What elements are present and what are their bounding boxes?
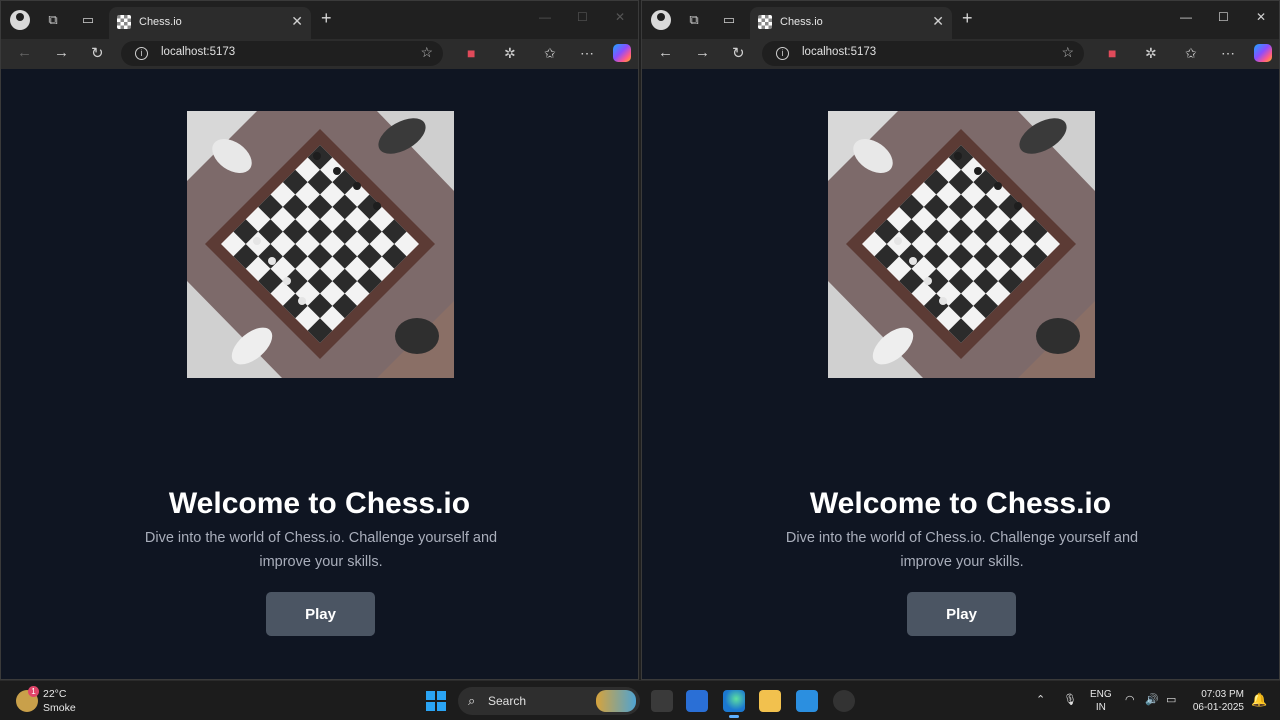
url-field[interactable]: i localhost:5173 ☆ <box>121 41 443 66</box>
taskbar-search[interactable]: ⌕ Search <box>458 687 640 715</box>
url-text: localhost:5173 <box>161 46 236 58</box>
file-explorer-icon[interactable] <box>759 690 781 712</box>
clock[interactable]: 07:03 PM 06-01-2025 <box>1192 688 1244 714</box>
address-bar: ← → ↻ i localhost:5173 ☆ ■ ✲ ✩ ⋯ <box>642 39 1279 69</box>
search-label: Search <box>488 694 527 708</box>
tab-chess[interactable]: Chess.io ✕ <box>109 7 311 39</box>
edge-icon[interactable] <box>723 690 745 718</box>
weather-temp[interactable]: 22°C <box>43 688 66 700</box>
chess-board-image <box>828 111 1095 378</box>
tab-title: Chess.io <box>780 16 823 28</box>
desktop: ⧉ ▭ Chess.io ✕ + — ☐ ✕ ← → ↻ i localhost… <box>0 0 1280 720</box>
weather-badge: 1 <box>28 686 39 697</box>
clock-date: 06-01-2025 <box>1192 702 1244 713</box>
refresh-icon[interactable]: ↻ <box>732 44 745 62</box>
tab-bar: ⧉ ▭ Chess.io ✕ + — ☐ ✕ <box>642 1 1279 39</box>
language-indicator[interactable]: ENG IN <box>1090 688 1112 714</box>
notification-bell-icon[interactable]: 🔔 <box>1251 692 1267 708</box>
maximize-button[interactable]: ☐ <box>577 10 588 24</box>
tab-bar: ⧉ ▭ Chess.io ✕ + — ☐ ✕ <box>1 1 638 39</box>
search-highlight-icon <box>596 690 636 712</box>
show-hidden-icons[interactable]: ⌃ <box>1036 693 1045 706</box>
site-info-icon[interactable]: i <box>776 47 789 60</box>
welcome-description: Dive into the world of Chess.io. Challen… <box>785 530 1139 570</box>
play-button[interactable]: Play <box>907 592 1016 636</box>
workspaces-icon[interactable]: ⧉ <box>684 10 704 30</box>
vscode-icon[interactable] <box>796 690 818 712</box>
welcome-description: Dive into the world of Chess.io. Challen… <box>144 530 498 570</box>
lang-region: IN <box>1095 702 1106 713</box>
battery-icon[interactable]: ▭ <box>1166 693 1176 706</box>
page-content: Welcome to Chess.io Dive into the world … <box>642 69 1279 679</box>
site-info-icon[interactable]: i <box>135 47 148 60</box>
more-menu-icon[interactable]: ⋯ <box>580 45 594 62</box>
address-bar: ← → ↻ i localhost:5173 ☆ ■ ✲ ✩ ⋯ <box>1 39 638 69</box>
extensions-puzzle-icon[interactable]: ✲ <box>504 45 516 62</box>
tab-actions-icon[interactable]: ▭ <box>78 10 98 30</box>
start-button[interactable] <box>426 691 446 711</box>
browser-window-left: ⧉ ▭ Chess.io ✕ + — ☐ ✕ ← → ↻ i localhost… <box>0 0 639 680</box>
task-view-icon[interactable] <box>651 690 673 712</box>
wifi-icon[interactable]: ◠ <box>1125 693 1135 706</box>
more-menu-icon[interactable]: ⋯ <box>1221 45 1235 62</box>
tab-chess[interactable]: Chess.io ✕ <box>750 7 952 39</box>
chess-favicon-icon <box>758 15 772 29</box>
favorites-icon[interactable]: ✩ <box>544 45 556 62</box>
refresh-icon[interactable]: ↻ <box>91 44 104 62</box>
back-icon[interactable]: ← <box>17 44 32 61</box>
profile-icon[interactable] <box>651 10 671 30</box>
close-tab-icon[interactable]: ✕ <box>932 13 944 30</box>
forward-icon[interactable]: → <box>695 44 710 61</box>
forward-icon[interactable]: → <box>54 44 69 61</box>
play-button[interactable]: Play <box>266 592 375 636</box>
copilot-icon[interactable] <box>1254 44 1272 62</box>
workspaces-icon[interactable]: ⧉ <box>43 10 63 30</box>
store-icon[interactable] <box>686 690 708 712</box>
search-icon: ⌕ <box>468 693 476 708</box>
back-icon[interactable]: ← <box>658 44 673 61</box>
weather-condition[interactable]: Smoke <box>43 702 76 714</box>
favorites-icon[interactable]: ✩ <box>1185 45 1197 62</box>
new-tab-button[interactable]: + <box>321 8 332 29</box>
minimize-button[interactable]: — <box>1180 10 1192 24</box>
app-icon[interactable] <box>833 690 855 712</box>
profile-icon[interactable] <box>10 10 30 30</box>
favorite-star-icon[interactable]: ☆ <box>1061 44 1074 61</box>
browser-window-right: ⧉ ▭ Chess.io ✕ + — ☐ ✕ ← → ↻ i localhost… <box>641 0 1280 680</box>
tab-actions-icon[interactable]: ▭ <box>719 10 739 30</box>
url-field[interactable]: i localhost:5173 ☆ <box>762 41 1084 66</box>
new-tab-button[interactable]: + <box>962 8 973 29</box>
volume-icon[interactable]: 🔊 <box>1145 693 1159 706</box>
extension-icon[interactable]: ■ <box>1108 45 1116 61</box>
taskbar: 1 22°C Smoke ⌕ Search ⌃ 🎙 ENG IN ◠ 🔊 ▭ 0… <box>0 680 1280 720</box>
chess-favicon-icon <box>117 15 131 29</box>
close-window-button[interactable]: ✕ <box>1256 10 1266 24</box>
lang-code: ENG <box>1090 689 1112 700</box>
close-tab-icon[interactable]: ✕ <box>291 13 303 30</box>
welcome-heading: Welcome to Chess.io <box>168 487 471 520</box>
welcome-heading: Welcome to Chess.io <box>809 487 1112 520</box>
extensions-puzzle-icon[interactable]: ✲ <box>1145 45 1157 62</box>
maximize-button[interactable]: ☐ <box>1218 10 1229 24</box>
page-content: Welcome to Chess.io Dive into the world … <box>1 69 638 679</box>
favorite-star-icon[interactable]: ☆ <box>420 44 433 61</box>
extension-icon[interactable]: ■ <box>467 45 475 61</box>
microphone-icon[interactable]: 🎙 <box>1063 693 1077 706</box>
minimize-button[interactable]: — <box>539 10 551 24</box>
copilot-icon[interactable] <box>613 44 631 62</box>
url-text: localhost:5173 <box>802 46 877 58</box>
tab-title: Chess.io <box>139 16 182 28</box>
clock-time: 07:03 PM <box>1201 689 1244 700</box>
close-window-button[interactable]: ✕ <box>615 10 625 24</box>
chess-board-image <box>187 111 454 378</box>
